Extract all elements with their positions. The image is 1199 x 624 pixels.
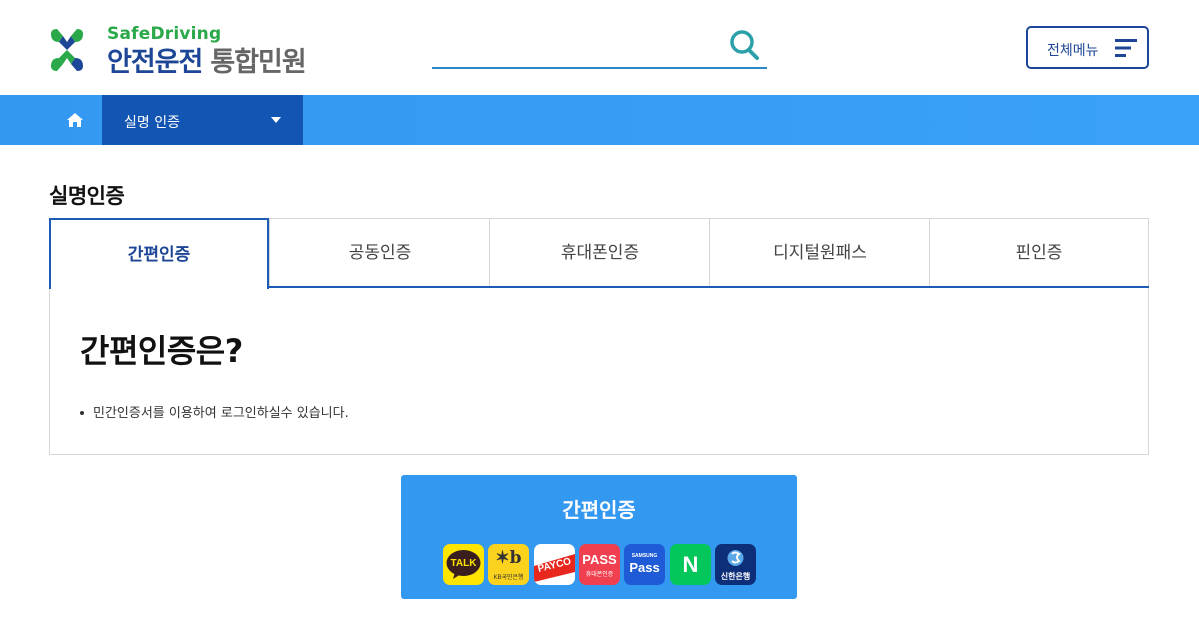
kakao-icon: TALK — [443, 544, 484, 585]
samsung-pass-icon: SAMSUNG Pass — [624, 544, 665, 585]
site-header: SafeDriving 안전운전 통합민원 전체메뉴 — [0, 0, 1199, 95]
kb-label: KB국민은행 — [493, 575, 524, 581]
logo-title-gray: 통합민원 — [210, 47, 306, 78]
shinhan-icon: 신한은행 — [715, 544, 756, 585]
menu-dropdown-label: 실명 인증 — [124, 115, 180, 131]
full-menu-button[interactable]: 전체메뉴 — [1026, 26, 1149, 69]
hamburger-menu-icon — [1115, 39, 1137, 57]
tab-joint-cert[interactable]: 공동인증 — [269, 219, 490, 288]
simple-auth-button-label: 간편인증 — [562, 498, 636, 522]
payco-icon: PAYCO — [534, 544, 575, 585]
simple-auth-button[interactable]: 간편인증 TALK ✶b KB국민은행 PAYCO PASS 휴대폰인증 SAM… — [401, 475, 797, 599]
list-item-text: 민간인증서를 이용하여 로그인하실수 있습니다. — [93, 406, 349, 421]
full-menu-label: 전체메뉴 — [1047, 43, 1099, 59]
naver-icon: N — [670, 544, 711, 585]
logo-title-main: 안전운전 — [107, 47, 203, 78]
location-navbar: 실명 인증 — [0, 95, 1199, 145]
samsung-pass-label: Pass — [629, 560, 660, 575]
pass-sublabel: 휴대폰인증 — [585, 572, 614, 578]
content-heading: 간편인증은? — [80, 332, 243, 370]
samsung-sublabel: SAMSUNG — [631, 553, 658, 559]
tab-pin-auth[interactable]: 핀인증 — [929, 219, 1148, 288]
tab-mobile-auth[interactable]: 휴대폰인증 — [489, 219, 710, 288]
kb-star-icon: ✶b — [495, 548, 522, 568]
home-button[interactable] — [49, 95, 102, 145]
auth-tabs: 간편인증 공동인증 휴대폰인증 디지털원패스 핀인증 — [49, 218, 1149, 289]
pass-label: PASS — [582, 552, 617, 567]
naver-label: N — [682, 552, 699, 577]
tab-simple-auth[interactable]: 간편인증 — [49, 218, 269, 289]
shinhan-label: 신한은행 — [720, 572, 751, 581]
logo-title: 안전운전 통합민원 — [107, 40, 307, 79]
search-icon[interactable] — [729, 28, 761, 62]
site-logo[interactable]: SafeDriving 안전운전 통합민원 — [49, 24, 339, 79]
tab-digital-onepass[interactable]: 디지털원패스 — [709, 219, 930, 288]
kb-icon: ✶b KB국민은행 — [488, 544, 529, 585]
list-item: 민간인증서를 이용하여 로그인하실수 있습니다. — [80, 402, 349, 421]
pass-icon: PASS 휴대폰인증 — [579, 544, 620, 585]
tab-content-panel: 간편인증은? 민간인증서를 이용하여 로그인하실수 있습니다. — [49, 288, 1149, 455]
provider-icons: TALK ✶b KB국민은행 PAYCO PASS 휴대폰인증 SAMSUNG … — [443, 544, 763, 585]
search-field[interactable] — [432, 26, 767, 69]
bullet-dot-icon — [80, 410, 84, 415]
menu-dropdown[interactable]: 실명 인증 — [102, 95, 303, 145]
logo-mark-icon — [51, 29, 83, 71]
page-title: 실명인증 — [49, 184, 125, 208]
chevron-down-icon — [271, 117, 281, 123]
home-icon — [67, 113, 83, 127]
kakao-label: TALK — [450, 558, 477, 569]
